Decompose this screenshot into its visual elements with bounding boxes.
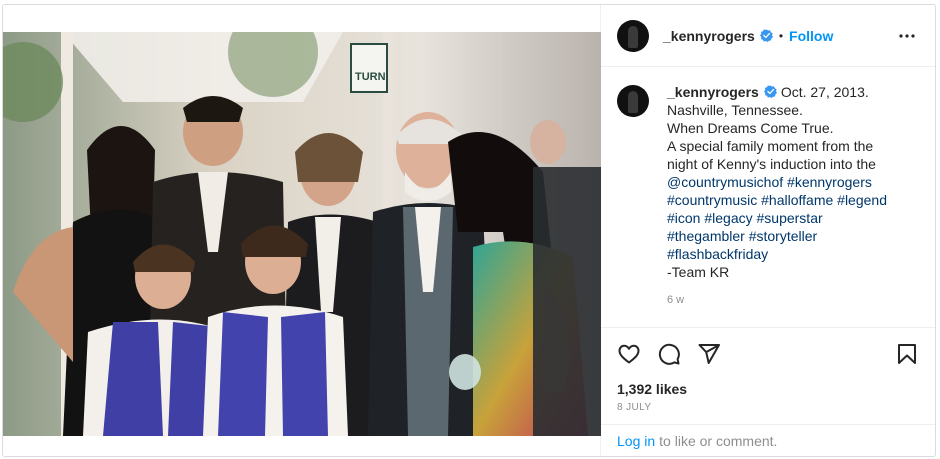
caption-line: Nashville, Tennessee. [667,102,803,118]
caption-username[interactable]: _kennyrogers [667,84,759,100]
comment-icon[interactable] [657,342,681,366]
caption-signature: -Team KR [667,264,730,280]
login-link[interactable]: Log in [617,433,655,449]
caption-line: A special family moment from the [667,138,874,154]
avatar[interactable] [617,85,649,117]
caption-time-ago[interactable]: 6 w [667,291,887,309]
hashtag-line[interactable]: #flashbackfriday [667,245,887,263]
post-photo[interactable]: TURN [3,5,601,456]
post-side-panel: _kennyrogers • Follow _kennyrogers Oct. … [601,5,935,456]
hashtag-line[interactable]: #countrymusic #halloffame #legend [667,191,887,209]
turn-sign-text: TURN [355,71,386,83]
avatar[interactable] [617,19,649,52]
heart-icon[interactable] [617,342,641,366]
caption-line: When Dreams Come True. [667,120,834,136]
hashtag-line[interactable]: #icon #legacy #superstar [667,209,887,227]
header-username[interactable]: _kennyrogers [663,28,755,44]
bookmark-icon[interactable] [895,342,919,366]
more-options-icon[interactable] [895,24,919,48]
family-photo-image: TURN [3,32,601,436]
post-card: TURN _kennyrogers • Follow _kennyrogers … [2,4,936,457]
likes-count[interactable]: 1,392 likes [601,379,935,399]
caption-area: _kennyrogers Oct. 27, 2013. Nashville, T… [601,67,935,327]
verified-badge-icon [763,85,777,98]
share-icon[interactable] [697,342,721,366]
follow-button[interactable]: Follow [789,28,833,44]
login-suffix: to like or comment. [659,432,778,449]
action-bar [601,327,935,379]
hashtag-line[interactable]: #thegambler #storyteller [667,227,887,245]
verified-badge-icon [759,29,773,42]
separator-dot: • [778,28,784,43]
caption-text: _kennyrogers Oct. 27, 2013. Nashville, T… [667,83,887,327]
caption-date: Oct. 27, 2013. [780,84,869,100]
hashtag-line[interactable]: @countrymusichof #kennyrogers [667,173,887,191]
login-prompt: Log in to like or comment. [601,424,935,456]
post-date[interactable]: 8 JULY [601,402,935,413]
caption-line: night of Kenny's induction into the [667,156,876,172]
post-header: _kennyrogers • Follow [601,5,935,67]
